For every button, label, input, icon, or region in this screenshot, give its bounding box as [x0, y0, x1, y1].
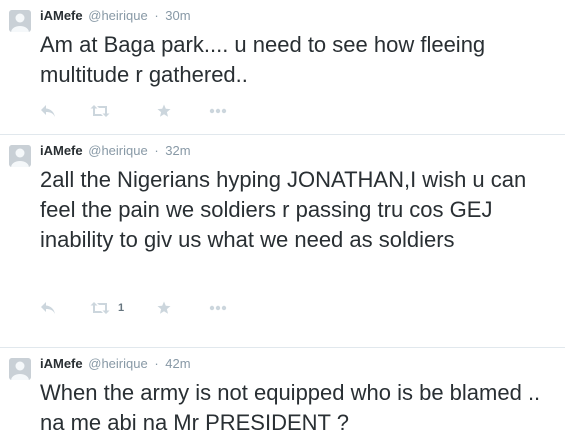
separator-dot: · [154, 356, 159, 371]
tweet-text: 2all the Nigerians hyping JONATHAN,I wis… [40, 167, 527, 252]
avatar[interactable] [9, 145, 31, 167]
favorite-icon [157, 104, 171, 117]
more-icon [209, 108, 227, 114]
retweet-icon [90, 302, 110, 314]
reply-icon [41, 105, 55, 117]
tweet[interactable]: iAMefe @heirique · 30m Am at Baga park..… [0, 0, 565, 135]
retweet-button[interactable] [90, 103, 110, 119]
default-avatar-icon [9, 358, 31, 380]
tweet-feed: iAMefe @heirique · 30m Am at Baga park..… [0, 0, 565, 446]
retweet-icon [90, 105, 110, 117]
user-handle[interactable]: @heirique [88, 8, 147, 23]
tweet-timestamp[interactable]: 32m [165, 143, 190, 158]
tweet-text: When the army is not equipped who is be … [40, 380, 541, 435]
more-icon [209, 305, 227, 311]
tweet-text: Am at Baga park.... u need to see how fl… [40, 32, 486, 87]
more-button[interactable] [209, 300, 227, 316]
user-fullname[interactable]: iAMefe [40, 143, 83, 158]
reply-icon [41, 302, 55, 314]
reply-button[interactable] [40, 103, 56, 119]
favorite-button[interactable] [157, 300, 171, 316]
retweet-button[interactable]: 1 [90, 300, 124, 316]
user-handle[interactable]: @heirique [88, 356, 147, 371]
tweet-timestamp[interactable]: 42m [165, 356, 190, 371]
user-fullname[interactable]: iAMefe [40, 8, 83, 23]
avatar[interactable] [9, 10, 31, 32]
tweet[interactable]: iAMefe @heirique · 42m When the army is … [0, 348, 565, 446]
default-avatar-icon [9, 10, 31, 32]
tweet-header: iAMefe @heirique · 42m [40, 355, 191, 373]
default-avatar-icon [9, 145, 31, 167]
user-fullname[interactable]: iAMefe [40, 356, 83, 371]
more-button[interactable] [209, 103, 227, 119]
user-handle[interactable]: @heirique [88, 143, 147, 158]
tweet[interactable]: iAMefe @heirique · 32m 2all the Nigerian… [0, 135, 565, 348]
retweet-count[interactable]: 1 [118, 302, 124, 314]
favorite-button[interactable] [157, 103, 171, 119]
avatar[interactable] [9, 358, 31, 380]
favorite-icon [157, 301, 171, 314]
separator-dot: · [154, 143, 159, 158]
separator-dot: · [154, 8, 159, 23]
tweet-header: iAMefe @heirique · 32m [40, 142, 191, 160]
tweet-header: iAMefe @heirique · 30m [40, 7, 191, 25]
reply-button[interactable] [40, 300, 56, 316]
tweet-timestamp[interactable]: 30m [165, 8, 190, 23]
